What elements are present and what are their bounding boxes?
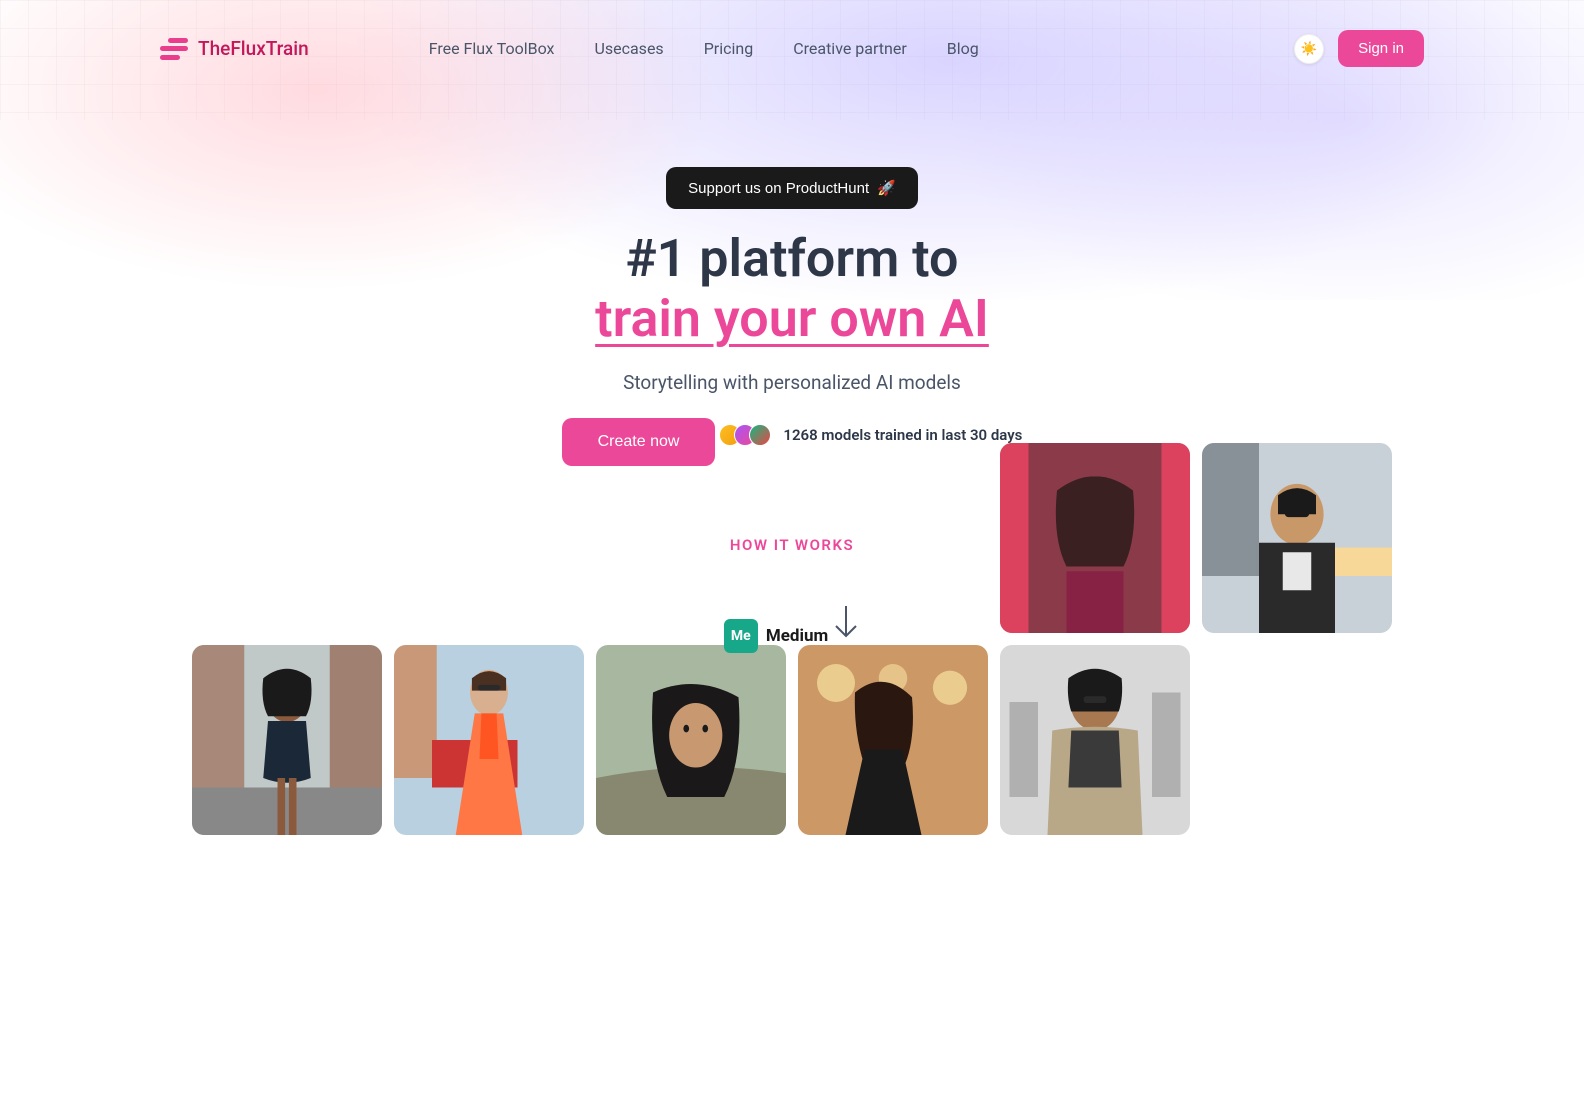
gallery-image[interactable] bbox=[192, 645, 382, 835]
gallery-image[interactable] bbox=[596, 645, 786, 835]
medium-badge[interactable]: Me Medium bbox=[724, 619, 828, 653]
nav-item-creative-partner[interactable]: Creative partner bbox=[793, 39, 907, 58]
nav-item-toolbox[interactable]: Free Flux ToolBox bbox=[429, 39, 555, 58]
producthunt-label: Support us on ProductHunt bbox=[688, 180, 869, 197]
nav-item-usecases[interactable]: Usecases bbox=[594, 39, 663, 58]
arrow-down-icon bbox=[832, 604, 860, 644]
avatar-group bbox=[719, 424, 771, 446]
gallery-image[interactable] bbox=[798, 645, 988, 835]
producthunt-button[interactable]: Support us on ProductHunt 🚀 bbox=[666, 167, 918, 209]
rocket-icon: 🚀 bbox=[877, 179, 896, 197]
logo-icon bbox=[160, 38, 188, 60]
nav-item-blog[interactable]: Blog bbox=[947, 39, 979, 58]
gallery-image[interactable] bbox=[1000, 645, 1190, 835]
avatar bbox=[749, 424, 771, 446]
hero-title-line1: #1 platform to bbox=[626, 228, 959, 289]
how-title: HOW IT WORKS bbox=[0, 536, 1584, 554]
main-nav: Free Flux ToolBox Usecases Pricing Creat… bbox=[429, 39, 979, 58]
stats-text: 1268 models trained in last 30 days bbox=[783, 426, 1022, 444]
medium-icon: Me bbox=[724, 619, 758, 653]
nav-item-pricing[interactable]: Pricing bbox=[704, 39, 754, 58]
sign-in-button[interactable]: Sign in bbox=[1338, 30, 1424, 67]
brand-name: TheFluxTrain bbox=[198, 37, 309, 60]
hero-title: #1 platform to train your own AI bbox=[0, 229, 1584, 349]
hero-subtitle: Storytelling with personalized AI models bbox=[0, 371, 1584, 394]
logo[interactable]: TheFluxTrain bbox=[160, 37, 309, 60]
stats: 1268 models trained in last 30 days bbox=[719, 424, 1022, 446]
gallery-image[interactable] bbox=[394, 645, 584, 835]
header-actions: ☀️ Sign in bbox=[1294, 30, 1424, 67]
hero: Support us on ProductHunt 🚀 #1 platform … bbox=[0, 97, 1584, 653]
hero-title-line2: train your own AI bbox=[595, 288, 989, 349]
header: TheFluxTrain Free Flux ToolBox Usecases … bbox=[0, 0, 1584, 97]
how-it-works: HOW IT WORKS Me Medium bbox=[0, 536, 1584, 653]
theme-toggle[interactable]: ☀️ bbox=[1294, 34, 1324, 64]
create-now-button[interactable]: Create now bbox=[562, 418, 716, 466]
medium-label: Medium bbox=[766, 626, 828, 646]
sun-icon: ☀️ bbox=[1301, 41, 1318, 57]
